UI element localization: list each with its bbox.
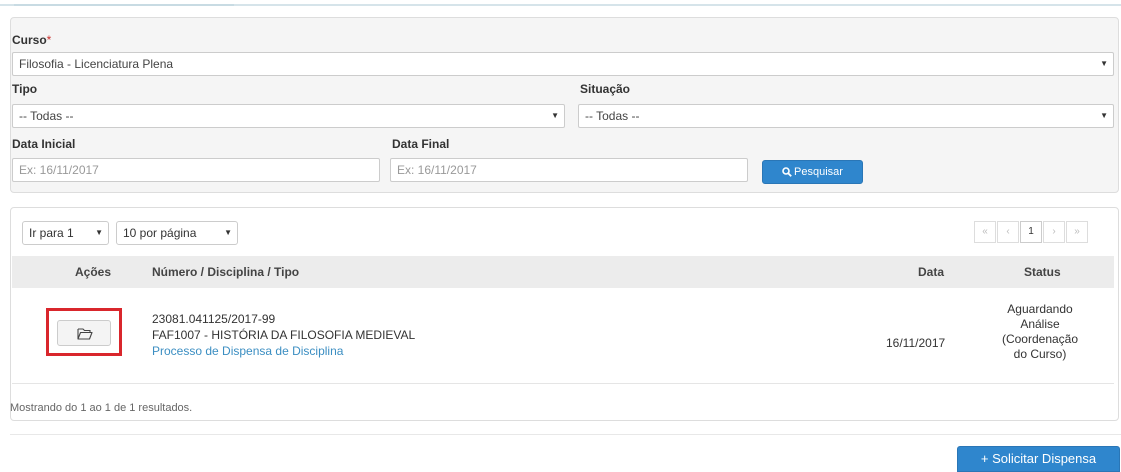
situacao-select[interactable]: -- Todas -- ▼ [578, 104, 1114, 128]
chevron-down-icon: ▼ [1100, 59, 1108, 68]
results-summary: Mostrando do 1 ao 1 de 1 resultados. [10, 402, 193, 414]
status-line: Aguardando [1007, 302, 1073, 316]
data-inicial-label: Data Inicial [12, 137, 76, 151]
action-highlight [46, 308, 122, 356]
curso-label: Curso* [12, 33, 52, 47]
row-date: 16/11/2017 [886, 336, 946, 350]
discipline-name: FAF1007 - HISTÓRIA DA FILOSOFIA MEDIEVAL [152, 328, 416, 342]
pager-next-button[interactable]: › [1043, 221, 1065, 243]
per-page-select[interactable]: 10 por página ▼ [116, 221, 238, 245]
required-mark: * [46, 33, 52, 47]
data-final-input[interactable]: Ex: 16/11/2017 [390, 158, 748, 182]
search-button-label: Pesquisar [794, 166, 843, 178]
divider [10, 434, 1121, 435]
title-underline [14, 0, 234, 6]
goto-page-value: Ir para 1 [29, 226, 74, 240]
per-page-value: 10 por página [123, 226, 197, 240]
status-line: Análise [1020, 317, 1060, 331]
tipo-value: -- Todas -- [19, 109, 74, 123]
column-header-numero: Número / Disciplina / Tipo [152, 265, 300, 279]
folder-open-icon [77, 328, 93, 340]
status-line: (Coordenação [1001, 332, 1079, 346]
column-header-acoes: Ações [75, 265, 112, 279]
curso-select[interactable]: Filosofia - Licenciatura Plena ▼ [12, 52, 1114, 76]
table-header: Ações Número / Disciplina / Tipo Data St… [12, 256, 1114, 288]
status-line: do Curso) [1013, 347, 1067, 361]
table-row: 23081.041125/2017-99 FAF1007 - HISTÓRIA … [12, 288, 1114, 384]
status-text: Aguardando Análise (Coordenação do Curso… [994, 302, 1086, 362]
pager-page-1-button[interactable]: 1 [1020, 221, 1042, 243]
pager-last-button[interactable]: » [1066, 221, 1088, 243]
search-icon [782, 167, 792, 177]
situacao-value: -- Todas -- [585, 109, 640, 123]
pager-prev-button[interactable]: ‹ [997, 221, 1019, 243]
chevron-down-icon: ▼ [95, 228, 103, 237]
process-type-link[interactable]: Processo de Dispensa de Disciplina [152, 344, 343, 358]
chevron-down-icon: ▼ [1100, 111, 1108, 120]
open-process-button[interactable] [57, 320, 111, 346]
process-number: 23081.041125/2017-99 [152, 312, 276, 326]
chevron-down-icon: ▼ [224, 228, 232, 237]
data-final-label: Data Final [392, 137, 450, 151]
tipo-select[interactable]: -- Todas -- ▼ [12, 104, 565, 128]
search-button[interactable]: Pesquisar [762, 160, 863, 184]
situacao-label: Situação [580, 82, 631, 96]
column-header-data: Data [918, 265, 945, 279]
pager-first-button[interactable]: « [974, 221, 996, 243]
top-divider [0, 0, 1121, 6]
tipo-label: Tipo [12, 82, 38, 96]
goto-page-select[interactable]: Ir para 1 ▼ [22, 221, 109, 245]
column-header-status: Status [1024, 265, 1061, 279]
data-inicial-input[interactable]: Ex: 16/11/2017 [12, 158, 380, 182]
curso-value: Filosofia - Licenciatura Plena [19, 57, 174, 71]
solicitar-dispensa-button[interactable]: + Solicitar Dispensa [957, 446, 1120, 472]
chevron-down-icon: ▼ [551, 111, 559, 120]
